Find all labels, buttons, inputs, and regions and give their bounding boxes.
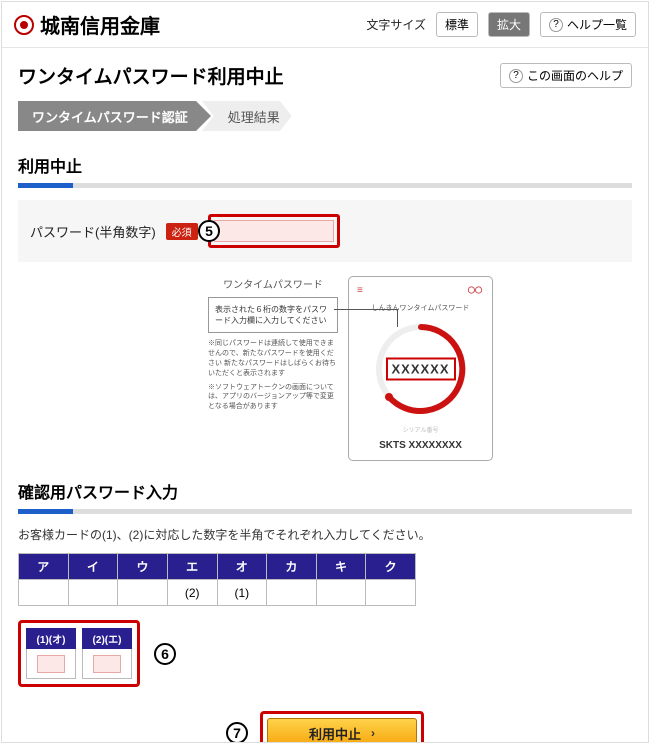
otp-small1: ※同じパスワードは連続して使用できませんので、新たなパスワードを使用ください 新… xyxy=(208,339,338,378)
confirm-head-1: (1)(オ) xyxy=(26,628,76,649)
section1-bar xyxy=(18,183,632,188)
step-active: ワンタイムパスワード認証 xyxy=(18,101,196,131)
section2-title: 確認用パスワード入力 xyxy=(18,479,632,503)
td xyxy=(316,580,366,606)
annotation-marker-5: 5 xyxy=(198,220,220,242)
td xyxy=(118,580,168,606)
confirm-input-1[interactable] xyxy=(37,655,65,673)
help-all-button[interactable]: ? ヘルプ一覧 xyxy=(540,12,636,37)
th: ア xyxy=(19,554,69,580)
submit-label: 利用中止 xyxy=(309,724,361,743)
brand: 城南信用金庫 xyxy=(14,10,160,39)
face-to-face-icon xyxy=(466,283,484,297)
question-icon: ? xyxy=(549,18,563,32)
password-input[interactable] xyxy=(214,220,334,242)
card-table: ア イ ウ エ オ カ キ ク (2) (1) xyxy=(18,553,416,606)
otp-note: 表示された６桁の数字をパスワード入力欄に入力してください xyxy=(208,297,338,333)
th: オ xyxy=(217,554,267,580)
submit-highlight: 利用中止 › xyxy=(260,711,424,742)
confirm-head-2: (2)(エ) xyxy=(82,628,132,649)
topbar-right: 文字サイズ 標準 拡大 ? ヘルプ一覧 xyxy=(366,12,636,37)
confirm-highlight: (1)(オ) (2)(エ) xyxy=(18,620,140,687)
th: カ xyxy=(267,554,317,580)
brand-logo-icon xyxy=(14,15,34,35)
td: (2) xyxy=(167,580,217,606)
hamburger-icon: ≡ xyxy=(357,285,363,296)
section1-title: 利用中止 xyxy=(18,153,632,177)
serial-label: シリアル番号 xyxy=(403,425,439,434)
annotation-marker-7: 7 xyxy=(226,722,248,742)
th: エ xyxy=(167,554,217,580)
password-row: パスワード(半角数字) 必須 5 xyxy=(18,200,632,262)
phone-mock: ≡ しんきんワンタイムパスワード XXXXXX シリアル番号 xyxy=(348,276,493,461)
serial-value: SKTS XXXXXXXX xyxy=(379,440,462,451)
help-this-button[interactable]: ? この画面のヘルプ xyxy=(500,63,632,88)
font-size-large-button[interactable]: 拡大 xyxy=(488,12,530,37)
otp-dial: XXXXXX xyxy=(371,319,471,419)
table-head-row: ア イ ウ エ オ カ キ ク xyxy=(19,554,416,580)
section2-desc: お客様カードの(1)、(2)に対応した数字を半角でそれぞれ入力してください。 xyxy=(18,526,632,543)
th: イ xyxy=(68,554,118,580)
th: ウ xyxy=(118,554,168,580)
otp-heading: ワンタイムパスワード xyxy=(208,276,338,291)
question-icon: ? xyxy=(509,69,523,83)
step-next: 処理結果 xyxy=(202,101,292,131)
th: ク xyxy=(366,554,416,580)
section2-bar xyxy=(18,509,632,514)
td xyxy=(19,580,69,606)
password-input-highlight xyxy=(208,214,340,248)
td xyxy=(366,580,416,606)
help-all-label: ヘルプ一覧 xyxy=(567,16,627,33)
td xyxy=(68,580,118,606)
font-size-label: 文字サイズ xyxy=(366,16,426,33)
confirm-cell-2: (2)(エ) xyxy=(82,628,132,679)
th: キ xyxy=(316,554,366,580)
chevron-right-icon: › xyxy=(371,726,375,740)
confirm-cell-1: (1)(オ) xyxy=(26,628,76,679)
td: (1) xyxy=(217,580,267,606)
otp-small2: ※ソフトウェアトークンの画面については、アプリのバージョンアップ等で変更となる場… xyxy=(208,383,338,412)
help-this-label: この画面のヘルプ xyxy=(527,67,623,84)
otp-code: XXXXXX xyxy=(385,358,455,381)
step-indicator: ワンタイムパスワード認証 処理結果 xyxy=(18,101,632,131)
password-label: パスワード(半角数字) xyxy=(30,222,156,241)
otp-left: ワンタイムパスワード 表示された６桁の数字をパスワード入力欄に入力してください … xyxy=(208,276,338,461)
stop-use-button[interactable]: 利用中止 › xyxy=(267,718,417,742)
annotation-marker-6: 6 xyxy=(154,643,176,665)
required-badge: 必須 xyxy=(166,223,198,240)
confirm-input-2[interactable] xyxy=(93,655,121,673)
otp-explain-area: ワンタイムパスワード 表示された６桁の数字をパスワード入力欄に入力してください … xyxy=(208,276,632,461)
table-body-row: (2) (1) xyxy=(19,580,416,606)
page-title: ワンタイムパスワード利用中止 xyxy=(18,62,284,89)
font-size-standard-button[interactable]: 標準 xyxy=(436,12,478,37)
td xyxy=(267,580,317,606)
top-bar: 城南信用金庫 文字サイズ 標準 拡大 ? ヘルプ一覧 xyxy=(2,2,648,48)
brand-text: 城南信用金庫 xyxy=(40,10,160,39)
